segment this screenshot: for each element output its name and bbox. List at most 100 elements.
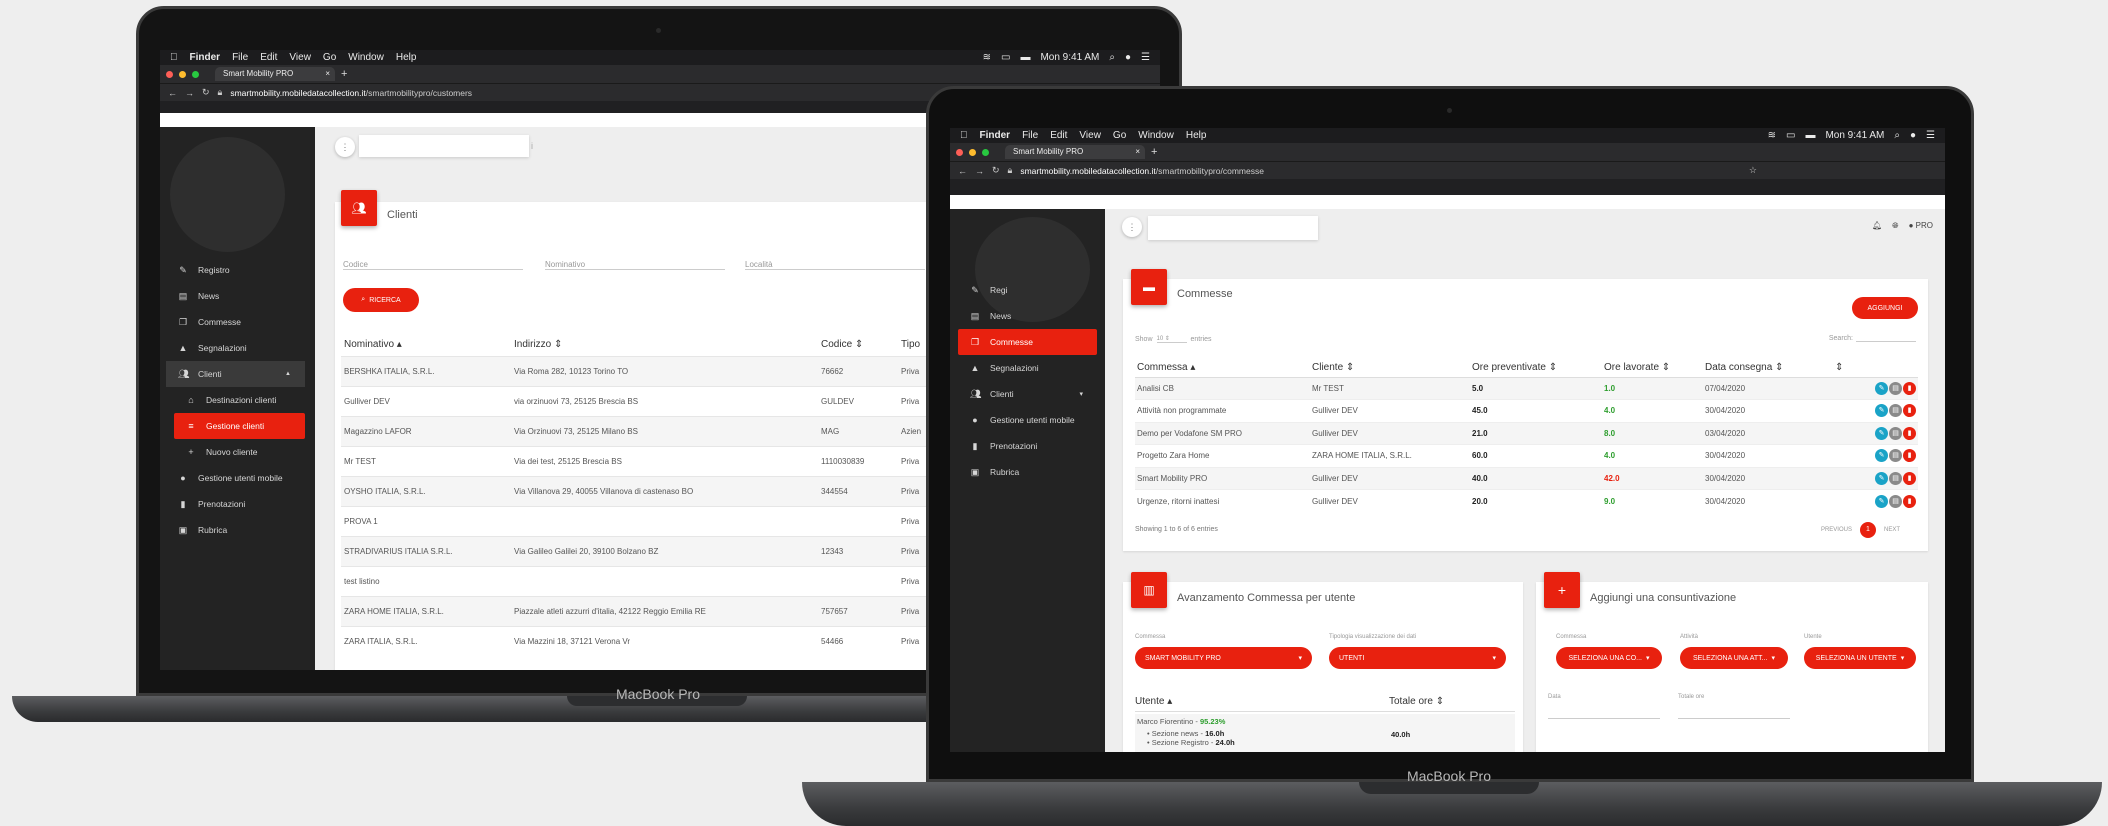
table-row[interactable]: BERSHKA ITALIA, S.R.L. Via Roma 282, 1012… [341,355,951,386]
commessa-select[interactable]: SMART MOBILITY PRO ▾ [1135,647,1312,669]
sidebar-item-gestione-clienti[interactable]: ≡ Gestione clienti [174,413,305,439]
col-cliente[interactable]: Cliente ⇕ [1310,359,1470,378]
menubar-clock[interactable]: Mon 9:41 AM [1825,130,1884,141]
globe-icon[interactable]: 🌐︎ [1892,221,1898,231]
table-search-input[interactable] [1856,335,1916,342]
menu-finder[interactable]: Finder [980,130,1011,141]
menu-toggle-button[interactable]: ⋮ [1122,217,1142,237]
menu-go[interactable]: Go [323,52,336,63]
close-tab-icon[interactable]: × [1135,145,1140,159]
col-actions[interactable]: ⇕ [1833,359,1918,378]
sidebar-item-news[interactable]: ▤ News [958,303,1097,329]
user-menu[interactable]: ● PRO [1909,221,1933,231]
col-commessa[interactable]: Commessa ▴ [1135,359,1310,378]
table-row[interactable]: Gulliver DEV via orzinuovi 73, 25125 Bres… [341,385,951,416]
next-button[interactable]: NEXT [1884,527,1900,533]
back-icon[interactable]: ← [958,166,967,176]
col-data-consegna[interactable]: Data consegna ⇕ [1703,359,1833,378]
control-center-icon[interactable]: ☰ [1926,130,1935,141]
airplay-icon[interactable]: ▭ [1786,130,1795,141]
sidebar-item-news[interactable]: ▤ News [166,283,305,309]
sidebar-item-commesse[interactable]: ❐ Commesse [958,329,1097,355]
bell-icon[interactable]: 🔔︎ [1872,221,1882,231]
spotlight-icon[interactable]: ⌕ [1109,52,1115,63]
col-utente[interactable]: Utente ▴ [1135,696,1172,707]
table-row[interactable]: Attività non programmate Gulliver DEV 45.0… [1135,399,1918,422]
table-row[interactable]: Urgenze, ritorni inattesi Gulliver DEV 20.… [1135,489,1918,512]
sidebar-item-commesse[interactable]: ❐ Commesse [166,309,305,335]
sidebar-item-utenti-mobile[interactable]: ● Gestione utenti mobile [166,465,305,491]
nominativo-field[interactable]: Nominativo [545,260,725,270]
table-row[interactable]: Magazzino LAFOR Via Orzinuovi 73, 25125 M… [341,415,951,446]
previous-button[interactable]: PREVIOUS [1821,527,1852,533]
sidebar-item-nuovo-cliente[interactable]: + Nuovo cliente [166,439,305,465]
sidebar-item-prenotazioni[interactable]: ▮ Prenotazioni [166,491,305,517]
table-row[interactable]: PROVA 1 Priva [341,505,951,536]
table-row[interactable]: test listino Priva [341,565,951,596]
sidebar-item-registro[interactable]: ✎ Registro [166,257,305,283]
menubar-clock[interactable]: Mon 9:41 AM [1040,52,1099,63]
menu-help[interactable]: Help [1186,130,1207,141]
sidebar-item-prenotazioni[interactable]: ▮ Prenotazioni [958,433,1097,459]
address-bar[interactable]: smartmobility.mobiledatacollection.it/sm… [1020,166,1264,176]
delete-icon[interactable]: ▮ [1903,381,1916,395]
edit-icon[interactable]: ✎ [1875,494,1888,508]
spotlight-icon[interactable]: ⌕ [1894,130,1900,141]
edit-icon[interactable]: ✎ [1875,471,1888,485]
consuntivo-utente-select[interactable]: SELEZIONA UN UTENTE ▾ [1804,647,1916,669]
close-window-icon[interactable] [166,70,173,78]
col-ore-lavorate[interactable]: Ore lavorate ⇕ [1602,359,1703,378]
menu-window[interactable]: Window [348,52,384,63]
sidebar-item-destinazioni[interactable]: ⌂ Destinazioni clienti [166,387,305,413]
table-row[interactable]: Mr TEST Via dei test, 25125 Brescia BS 111… [341,445,951,476]
sidebar-item-rubrica[interactable]: ▣ Rubrica [958,459,1097,485]
sidebar-item-registro[interactable]: ✎ Regi [958,277,1097,303]
detail-icon[interactable]: ▤ [1889,449,1902,463]
edit-icon[interactable]: ✎ [1875,449,1888,463]
delete-icon[interactable]: ▮ [1903,404,1916,418]
sidebar-item-clienti[interactable]: 👥︎ Clienti ▲ [166,361,305,387]
forward-icon[interactable]: → [975,166,984,176]
menu-file[interactable]: File [232,52,248,63]
search-input[interactable] [1148,216,1318,240]
col-codice[interactable]: Codice ⇕ [818,334,898,356]
menu-toggle-button[interactable]: ⋮ [335,137,355,157]
edit-icon[interactable]: ✎ [1875,381,1888,395]
menu-edit[interactable]: Edit [1050,130,1067,141]
table-row[interactable]: ZARA ITALIA, S.R.L. Via Mazzini 18, 37121… [341,625,951,656]
consuntivo-commessa-select[interactable]: SELEZIONA UNA CO... ▾ [1556,647,1662,669]
page-1-button[interactable]: 1 [1859,522,1876,538]
minimize-window-icon[interactable] [969,148,976,156]
tipologia-select[interactable]: UTENTI ▾ [1329,647,1506,669]
delete-icon[interactable]: ▮ [1903,426,1916,440]
new-tab-icon[interactable]: + [1151,146,1157,158]
menu-help[interactable]: Help [396,52,417,63]
delete-icon[interactable]: ▮ [1903,494,1916,508]
entries-select[interactable]: 10 ⇕ [1156,335,1187,343]
sidebar-item-utenti-mobile[interactable]: ● Gestione utenti mobile [958,407,1097,433]
table-row[interactable]: Analisi CB Mr TEST 5.0 1.0 07/04/2020 ✎ ▤ ▮ [1135,376,1918,400]
bookmark-star-icon[interactable]: ☆ [1749,165,1757,176]
detail-icon[interactable]: ▤ [1889,471,1902,485]
close-tab-icon[interactable]: × [325,67,330,81]
data-input[interactable] [1548,718,1660,719]
battery-icon[interactable]: ▬ [1020,52,1030,63]
menu-view[interactable]: View [1079,130,1101,141]
siri-icon[interactable]: ● [1910,130,1916,141]
wifi-icon[interactable]: ≋ [1768,130,1776,141]
menu-go[interactable]: Go [1113,130,1126,141]
localita-field[interactable]: Località [745,260,925,270]
zoom-window-icon[interactable] [192,70,199,78]
reload-icon[interactable]: ↻ [202,87,210,98]
sidebar-item-rubrica[interactable]: ▣ Rubrica [166,517,305,543]
menu-file[interactable]: File [1022,130,1038,141]
table-row[interactable]: ZARA HOME ITALIA, S.R.L. Piazzale atleti … [341,595,951,626]
detail-icon[interactable]: ▤ [1889,404,1902,418]
detail-icon[interactable]: ▤ [1889,426,1902,440]
address-bar[interactable]: smartmobility.mobiledatacollection.it/sm… [230,88,472,98]
forward-icon[interactable]: → [185,88,194,98]
sidebar-item-segnalazioni[interactable]: ▲ Segnalazioni [166,335,305,361]
sidebar-item-segnalazioni[interactable]: ▲ Segnalazioni [958,355,1097,381]
edit-icon[interactable]: ✎ [1875,426,1888,440]
close-window-icon[interactable] [956,148,963,156]
